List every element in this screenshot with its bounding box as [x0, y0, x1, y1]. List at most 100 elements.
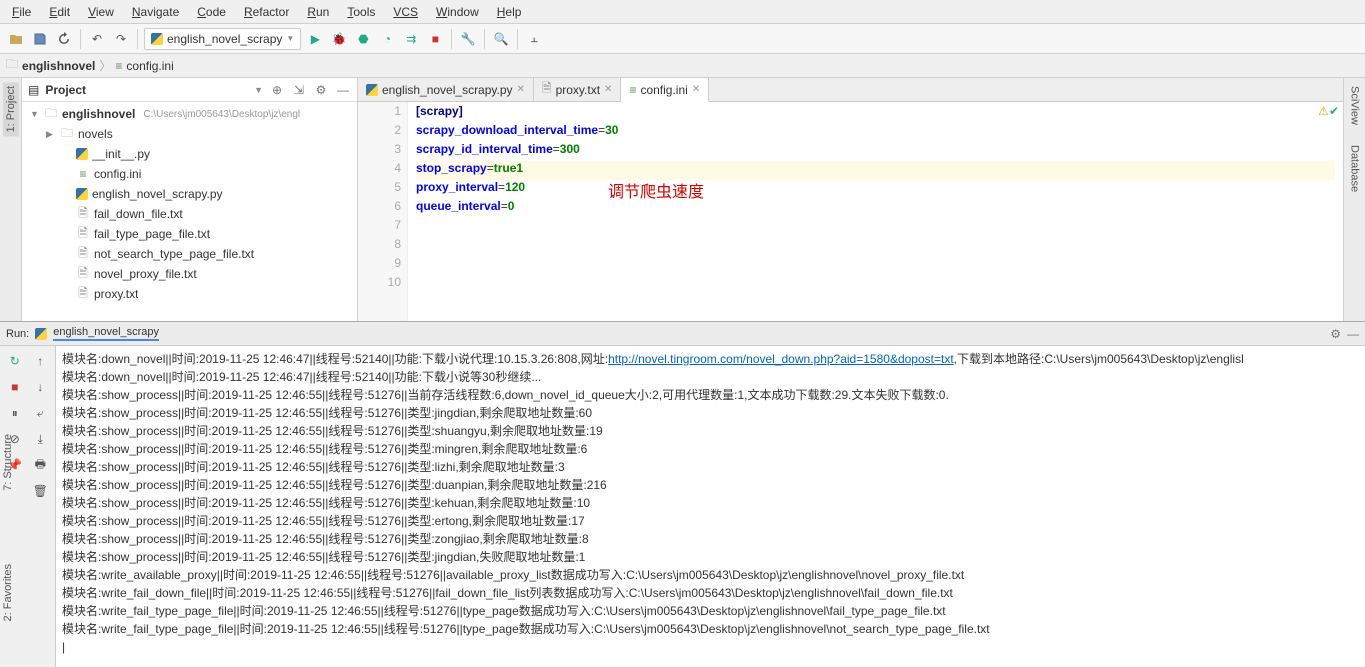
tree-item-name: config.ini — [94, 167, 141, 181]
menu-refactor[interactable]: Refactor — [238, 3, 295, 21]
run-config-selector[interactable]: english_novel_scrapy ▼ — [144, 28, 301, 50]
favorites-tool-tab[interactable]: 2: Favorites — [2, 564, 14, 621]
tree-file[interactable]: 🗎fail_down_file.txt — [22, 204, 357, 224]
arrow-down-icon[interactable]: ▼ — [30, 109, 40, 119]
editor-area: english_novel_scrapy.py✕ 🗎proxy.txt✕ ≡co… — [358, 78, 1343, 321]
sciview-tab[interactable]: SciView — [1347, 82, 1363, 129]
wrench-icon[interactable]: 🔧 — [458, 29, 478, 49]
menu-run[interactable]: Run — [301, 3, 335, 21]
chevron-down-icon[interactable]: ▼ — [254, 85, 263, 95]
search-icon[interactable]: 🔍 — [491, 29, 511, 49]
rerun-icon[interactable]: ↻ — [2, 348, 28, 374]
tree-item-name: novels — [78, 127, 113, 141]
save-icon[interactable] — [30, 29, 50, 49]
tree-file[interactable]: __init__.py — [22, 144, 357, 164]
stop-icon[interactable]: ■ — [425, 29, 445, 49]
profile-icon[interactable]: ◔ — [377, 29, 397, 49]
tab-txt[interactable]: 🗎proxy.txt✕ — [534, 78, 622, 101]
menu-edit[interactable]: Edit — [43, 3, 76, 21]
txt-file-icon: 🗎 — [76, 204, 90, 225]
tree-item-name: proxy.txt — [94, 287, 138, 301]
console-output[interactable]: 模块名:down_novel||时间:2019-11-25 12:46:47||… — [56, 346, 1365, 667]
pause-icon[interactable]: ⏸ — [2, 400, 28, 426]
structure-icon[interactable]: ⫠ — [524, 29, 544, 49]
toolbar-separator — [451, 29, 452, 49]
tree-item-name: novel_proxy_file.txt — [94, 267, 197, 281]
tree-file[interactable]: 🗎 novel_proxy_file.txt — [22, 264, 357, 284]
warning-icon: ⚠ — [1318, 104, 1329, 118]
menu-tools[interactable]: Tools — [341, 3, 381, 21]
tree-root[interactable]: ▼ 🗀 englishnovel C:\Users\jm005643\Deskt… — [22, 104, 357, 124]
menu-view[interactable]: View — [82, 3, 120, 21]
txt-file-icon: 🗎 — [76, 264, 90, 285]
folder-icon: 🗀 — [60, 124, 74, 145]
collapse-icon[interactable]: ⇲ — [291, 82, 307, 98]
main-area: 1: Project ▤ Project ▼ ⊕ ⇲ ⚙ — ▼ 🗀 engli… — [0, 78, 1365, 321]
python-icon — [76, 148, 88, 160]
tree-file[interactable]: 🗎fail_type_page_file.txt — [22, 224, 357, 244]
project-tree[interactable]: ▼ 🗀 englishnovel C:\Users\jm005643\Deskt… — [22, 102, 357, 321]
close-icon[interactable]: ✕ — [604, 84, 612, 95]
breadcrumb-root[interactable]: englishnovel — [22, 59, 95, 73]
menu-vcs[interactable]: VCS — [387, 3, 424, 21]
tree-item-name: fail_type_page_file.txt — [94, 227, 210, 241]
inspection-marker: ⚠✔ — [1318, 104, 1339, 118]
gear-icon[interactable]: ⚙ — [1330, 327, 1341, 341]
tree-folder[interactable]: ▶ 🗀 novels — [22, 124, 357, 144]
undo-icon[interactable]: ↶ — [87, 29, 107, 49]
editor-body[interactable]: 12345678910 [scrapy]scrapy_download_inte… — [358, 102, 1343, 321]
print-icon[interactable]: 🖶 — [28, 452, 54, 478]
toolbar-separator — [80, 29, 81, 49]
close-icon[interactable]: ✕ — [692, 84, 700, 95]
menu-navigate[interactable]: Navigate — [126, 3, 185, 21]
project-tool-tab[interactable]: 1: Project — [3, 82, 19, 136]
toolbar-separator — [517, 29, 518, 49]
gear-icon[interactable]: ⚙ — [313, 82, 329, 98]
run-config-name[interactable]: english_novel_scrapy — [53, 326, 159, 341]
stop-icon[interactable]: ■ — [2, 374, 28, 400]
menu-window[interactable]: Window — [430, 3, 485, 21]
scroll-icon[interactable]: ⤓ — [28, 426, 54, 452]
coverage-icon[interactable]: ⬣ — [353, 29, 373, 49]
structure-tool-tab[interactable]: 7: Structure — [2, 434, 14, 491]
concurrency-icon[interactable]: ⇉ — [401, 29, 421, 49]
up-icon[interactable]: ↑ — [28, 348, 54, 374]
menu-help[interactable]: Help — [491, 3, 528, 21]
hide-icon[interactable]: — — [335, 82, 351, 98]
tree-file[interactable]: 🗎not_search_type_page_file.txt — [22, 244, 357, 264]
tree-file[interactable]: english_novel_scrapy.py — [22, 184, 357, 204]
menu-code[interactable]: Code — [191, 3, 232, 21]
redo-icon[interactable]: ↷ — [111, 29, 131, 49]
clear-icon[interactable]: 🗑 — [28, 478, 54, 504]
run-panel-body: ↻ ↑ ■ ↓ ⏸ ⤶ ⊘ ⤓ 📌 🖶 🗑 模块名:down_novel||时间… — [0, 346, 1365, 667]
tab-py[interactable]: english_novel_scrapy.py✕ — [358, 78, 534, 101]
toolbar: ↶ ↷ english_novel_scrapy ▼ ▶ 🐞 ⬣ ◔ ⇉ ■ 🔧… — [0, 24, 1365, 54]
open-icon[interactable] — [6, 29, 26, 49]
close-icon[interactable]: ✕ — [517, 84, 525, 95]
chevron-down-icon: ▼ — [286, 34, 294, 43]
tree-file[interactable]: 🗎proxy.txt — [22, 284, 357, 304]
run-icon[interactable]: ▶ — [305, 29, 325, 49]
breadcrumb-file[interactable]: config.ini — [126, 59, 173, 73]
tab-ini[interactable]: ≡config.ini✕ — [621, 78, 709, 102]
database-tab[interactable]: Database — [1347, 141, 1363, 196]
folder-icon: 🗀 — [44, 104, 58, 125]
wrap-icon[interactable]: ⤶ — [28, 400, 54, 426]
annotation-text: 调节爬虫速度 — [608, 178, 704, 202]
code-area[interactable]: [scrapy]scrapy_download_interval_time=30… — [408, 102, 1343, 321]
tab-label: config.ini — [640, 83, 687, 97]
menu-file[interactable]: File — [6, 3, 37, 21]
breadcrumb: 🗀 englishnovel 〉 ≡ config.ini — [0, 54, 1365, 78]
refresh-icon[interactable] — [54, 29, 74, 49]
tree-item-name: not_search_type_page_file.txt — [94, 247, 254, 261]
debug-icon[interactable]: 🐞 — [329, 29, 349, 49]
editor-tabs: english_novel_scrapy.py✕ 🗎proxy.txt✕ ≡co… — [358, 78, 1343, 102]
arrow-right-icon[interactable]: ▶ — [46, 129, 56, 140]
hide-icon[interactable]: — — [1347, 327, 1359, 341]
tab-label: proxy.txt — [556, 83, 600, 97]
tree-item-path: C:\Users\jm005643\Desktop\jz\engl — [143, 109, 300, 120]
run-config-name: english_novel_scrapy — [167, 32, 282, 46]
down-icon[interactable]: ↓ — [28, 374, 54, 400]
tree-file[interactable]: ≡config.ini — [22, 164, 357, 184]
scroll-from-source-icon[interactable]: ⊕ — [269, 82, 285, 98]
